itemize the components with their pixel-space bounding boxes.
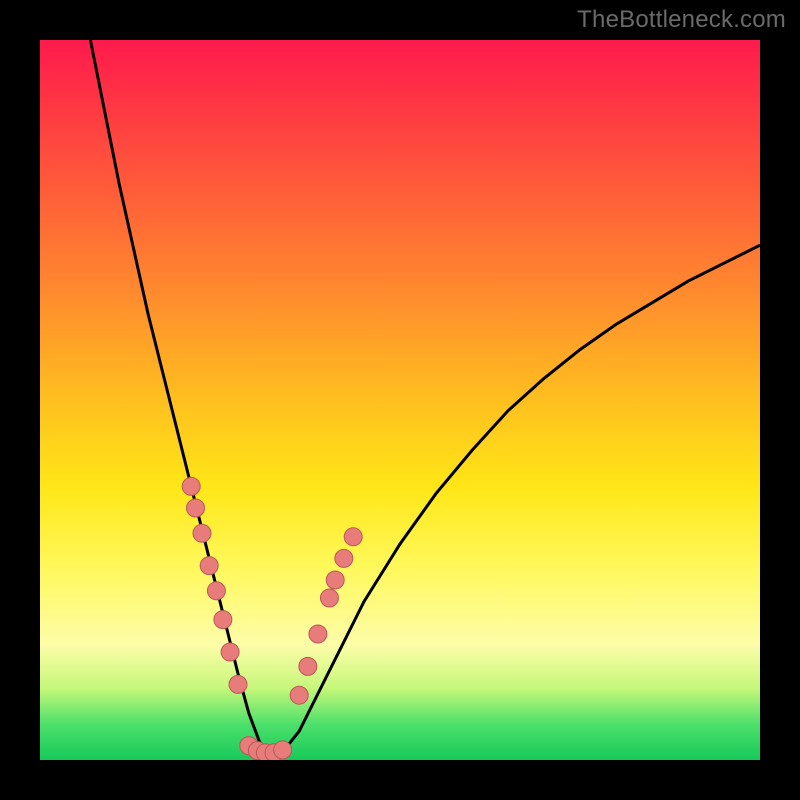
marker-left (207, 582, 225, 600)
marker-left (182, 477, 200, 495)
marker-right (344, 528, 362, 546)
plot-area (40, 40, 760, 760)
marker-bottom (274, 741, 292, 759)
data-markers (182, 477, 362, 760)
marker-left (187, 499, 205, 517)
marker-left (214, 611, 232, 629)
marker-right (335, 549, 353, 567)
marker-right (320, 589, 338, 607)
bottleneck-curve (90, 40, 760, 753)
marker-left (200, 557, 218, 575)
marker-right (299, 657, 317, 675)
attribution-text: TheBottleneck.com (577, 6, 786, 34)
frame-left (0, 0, 40, 800)
frame-bottom (0, 760, 800, 800)
marker-right (290, 686, 308, 704)
marker-left (221, 643, 239, 661)
chart-canvas: TheBottleneck.com (0, 0, 800, 800)
marker-right (309, 625, 327, 643)
frame-right (760, 0, 800, 800)
marker-left (193, 524, 211, 542)
marker-right (326, 571, 344, 589)
plot-svg (40, 40, 760, 760)
marker-left (229, 675, 247, 693)
